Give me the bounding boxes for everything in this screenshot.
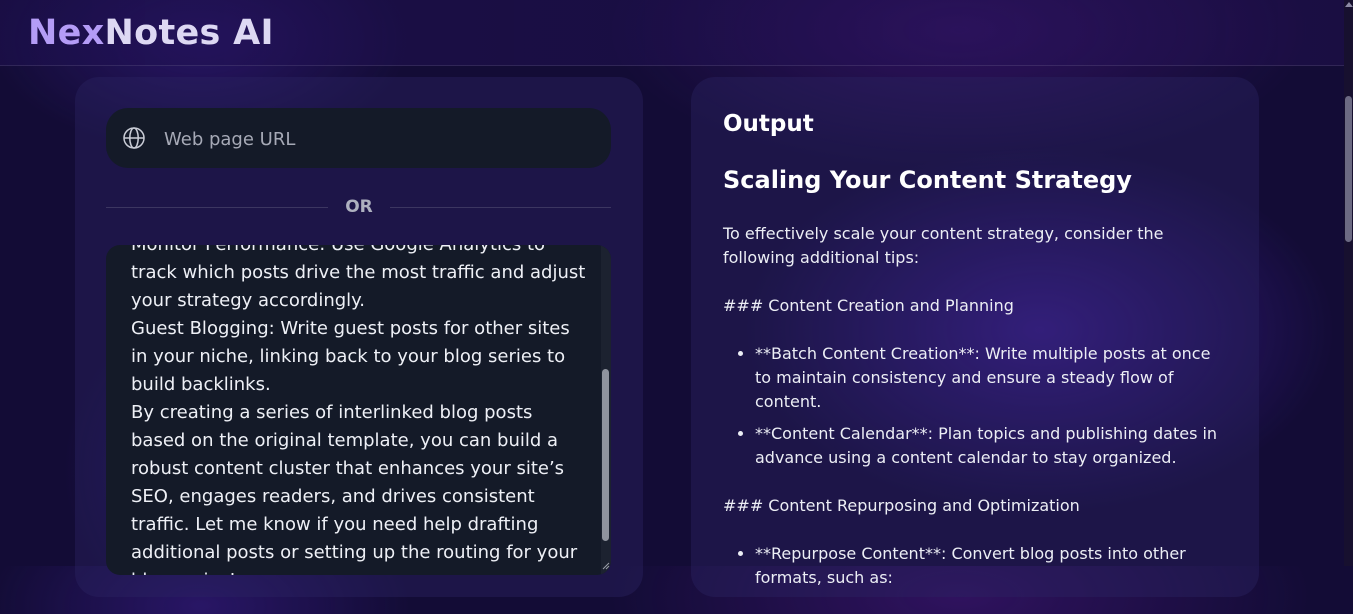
app-logo[interactable]: NexNotes AI [28, 13, 274, 53]
output-section-heading: ### Content Creation and Planning [723, 296, 1014, 315]
page-scroll-thumb[interactable] [1345, 96, 1352, 242]
input-panel: OR Monitor Performance: Use Google Analy… [75, 77, 643, 597]
list-item: **Content Calendar**: Plan topics and pu… [755, 422, 1223, 470]
output-panel: Output Scaling Your Content Strategy To … [691, 77, 1259, 597]
textarea-line: By creating a series of interlinked blog… [131, 402, 578, 575]
textarea-line: Guest Blogging: Write guest posts for ot… [131, 318, 570, 395]
divider-line-left [106, 207, 328, 208]
scroll-up-arrow-icon[interactable] [1345, 2, 1353, 7]
output-section-heading: ### Content Repurposing and Optimization [723, 496, 1080, 515]
textarea-scrollbar[interactable] [601, 245, 611, 575]
logo-part-nex: Nex [28, 13, 105, 53]
output-title: Output [723, 111, 814, 137]
output-intro: To effectively scale your content strate… [723, 224, 1164, 267]
output-body: To effectively scale your content strate… [723, 222, 1223, 614]
output-heading: Scaling Your Content Strategy [723, 166, 1132, 194]
list-item: **Batch Content Creation**: Write multip… [755, 342, 1223, 414]
or-divider: OR [106, 195, 611, 219]
textarea-scroll-thumb[interactable] [602, 369, 609, 541]
list-item: **Repurpose Content**: Convert blog post… [755, 542, 1223, 590]
output-list: **Repurpose Content**: Convert blog post… [723, 542, 1223, 590]
globe-icon [122, 126, 146, 150]
logo-part-notes-ai: Notes AI [104, 13, 274, 53]
textarea-content: Monitor Performance: Use Google Analytic… [131, 245, 586, 575]
page-scrollbar[interactable] [1344, 0, 1353, 566]
url-input-container[interactable] [106, 108, 611, 170]
content-textarea[interactable]: Monitor Performance: Use Google Analytic… [106, 245, 611, 575]
or-label: OR [345, 197, 373, 217]
url-input[interactable] [162, 108, 596, 170]
resize-handle-icon[interactable] [602, 557, 610, 570]
app-header: NexNotes AI [0, 0, 1344, 66]
output-list: **Batch Content Creation**: Write multip… [723, 342, 1223, 470]
divider-line-right [390, 207, 611, 208]
textarea-line: Monitor Performance: Use Google Analytic… [131, 245, 586, 311]
